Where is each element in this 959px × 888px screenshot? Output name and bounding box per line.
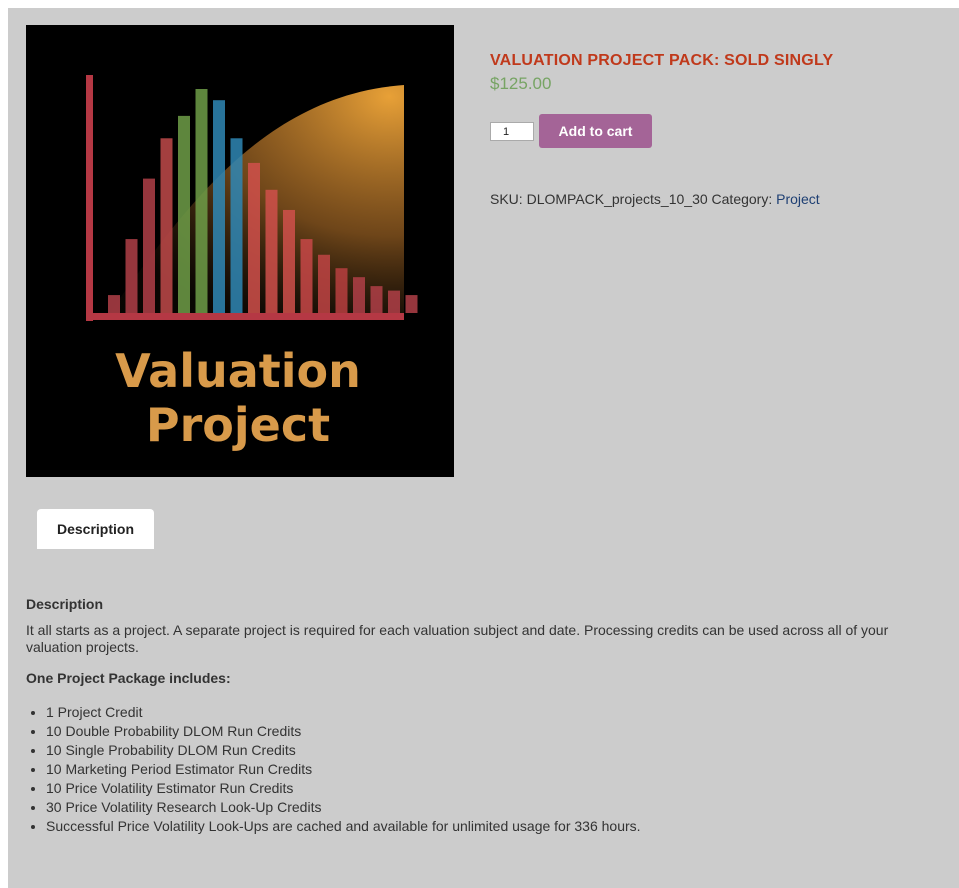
list-item: 10 Price Volatility Estimator Run Credit… bbox=[46, 779, 936, 798]
histogram-bar bbox=[405, 295, 418, 313]
histogram-bar bbox=[300, 239, 313, 313]
description-panel: Description It all starts as a project. … bbox=[26, 596, 936, 836]
histogram-bar bbox=[178, 115, 190, 313]
histogram-bar bbox=[108, 295, 120, 313]
histogram-bar bbox=[370, 286, 383, 313]
y-axis bbox=[86, 75, 93, 321]
description-heading: Description bbox=[26, 596, 104, 612]
histogram-bar bbox=[125, 239, 138, 313]
sku-value: DLOMPACK_projects_10_30 bbox=[526, 191, 708, 207]
histogram-bar bbox=[265, 189, 278, 313]
histogram-bar bbox=[195, 89, 208, 313]
logo-text-valuation: Valuation bbox=[115, 344, 361, 398]
product-price: $125.00 bbox=[490, 74, 552, 93]
histogram-bar bbox=[335, 268, 348, 313]
description-intro: It all starts as a project. A separate p… bbox=[26, 622, 889, 655]
list-item: 1 Project Credit bbox=[46, 703, 936, 722]
list-item: 30 Price Volatility Research Look-Up Cre… bbox=[46, 798, 936, 817]
tab-description[interactable]: Description bbox=[37, 509, 154, 549]
product-summary: VALUATION PROJECT PACK: SOLD SINGLY $125… bbox=[490, 52, 950, 207]
histogram-bar bbox=[213, 100, 225, 313]
sku-label: SKU: bbox=[490, 191, 523, 207]
valuation-project-logo: Valuation Project bbox=[86, 75, 418, 452]
category-link[interactable]: Project bbox=[776, 191, 820, 207]
list-item: Successful Price Volatility Look-Ups are… bbox=[46, 817, 936, 836]
histogram-bar bbox=[388, 290, 400, 313]
product-meta: SKU: DLOMPACK_projects_10_30 Category: P… bbox=[490, 191, 820, 207]
list-item: 10 Single Probability DLOM Run Credits bbox=[46, 741, 936, 760]
product-title: VALUATION PROJECT PACK: SOLD SINGLY bbox=[490, 52, 834, 69]
histogram-bar bbox=[143, 178, 155, 313]
histogram-bar bbox=[160, 138, 173, 313]
add-to-cart-button[interactable]: Add to cart bbox=[539, 114, 652, 148]
quantity-input[interactable] bbox=[490, 122, 534, 141]
histogram-bar bbox=[283, 209, 295, 313]
list-item: 10 Marketing Period Estimator Run Credit… bbox=[46, 760, 936, 779]
product-tabs: Description bbox=[37, 509, 154, 549]
package-items-list: 1 Project Credit 10 Double Probability D… bbox=[26, 703, 936, 836]
logo-text-project: Project bbox=[146, 398, 330, 452]
list-item: 10 Double Probability DLOM Run Credits bbox=[46, 722, 936, 741]
product-page: Valuation Project VALUATION PROJECT PACK… bbox=[8, 8, 959, 888]
histogram-bar bbox=[353, 277, 365, 313]
product-image[interactable]: Valuation Project bbox=[26, 25, 454, 477]
category-label: Category: bbox=[711, 191, 773, 207]
package-heading: One Project Package includes: bbox=[26, 670, 231, 686]
histogram-bar bbox=[248, 162, 260, 313]
histogram-bar bbox=[318, 254, 330, 313]
histogram-bar bbox=[230, 138, 243, 313]
x-axis bbox=[86, 313, 404, 320]
